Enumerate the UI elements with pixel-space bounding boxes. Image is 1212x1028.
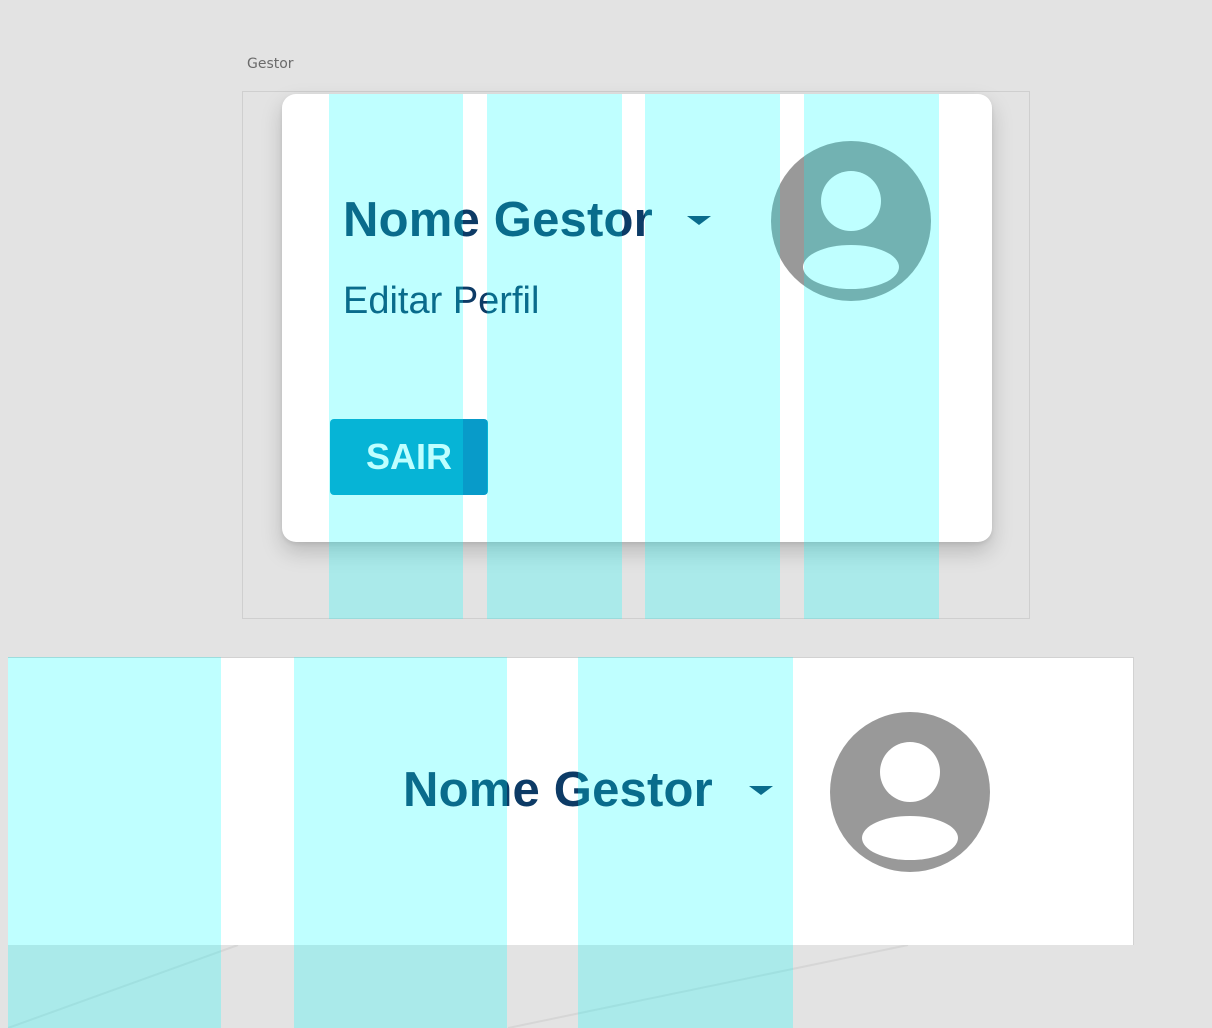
below-header-area <box>8 945 1134 1028</box>
design-canvas: Gestor Nome Gestor Editar Perfil SAIR No… <box>0 0 1212 1028</box>
user-name: Nome Gestor <box>343 193 653 247</box>
edit-profile-link[interactable]: Editar Perfil <box>343 280 539 323</box>
user-avatar-icon[interactable] <box>830 712 990 872</box>
logout-button[interactable]: SAIR <box>330 419 488 495</box>
user-name: Nome Gestor <box>403 763 713 817</box>
user-avatar-icon[interactable] <box>771 141 931 301</box>
header-name-row[interactable]: Nome Gestor <box>403 762 773 818</box>
caret-down-icon[interactable] <box>686 215 711 225</box>
artboard-label[interactable]: Gestor <box>247 56 294 72</box>
caret-down-icon[interactable] <box>748 785 773 795</box>
dropdown-name-row[interactable]: Nome Gestor <box>343 192 711 248</box>
